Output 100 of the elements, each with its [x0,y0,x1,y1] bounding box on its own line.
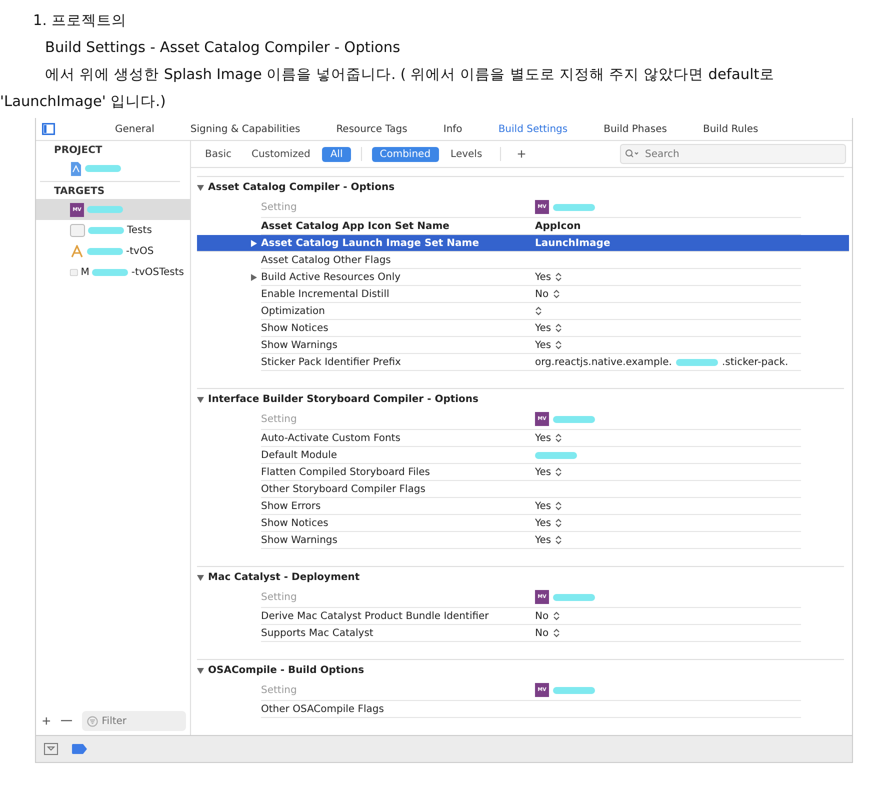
instruction-text: 에서 위에 생성한 Splash Image 이름을 넣어줍니다. ( 위에서 이름을 별도로 지정해 주지 않았다면 default로 [44,66,776,85]
setting-value: Yes [535,272,552,282]
add-setting-button[interactable]: + [511,146,532,162]
setting-name: Default Module [261,450,338,460]
setting-row[interactable]: Default Module [261,447,801,464]
setting-row[interactable]: Asset Catalog Launch Image Set Name LaunchImage [197,235,849,252]
redaction-mark [553,416,595,422]
folder-icon [70,266,78,279]
search-icon [625,149,639,158]
setting-row[interactable]: Show Warnings Yes [261,337,801,354]
instruction-text: Build Settings - Asset Catalog Compiler - Options [44,39,402,58]
redaction-mark [553,204,595,210]
editor-tab[interactable]: Build Rules [702,124,758,134]
setting-value: No [535,288,549,300]
setting-value: AppIcon [535,220,581,232]
setting-row[interactable]: Sticker Pack Identifier Prefix org.reactjs.native.example. .sticker-pack. [261,354,801,371]
setting-name: Show Notices [261,322,330,334]
sidebar-item[interactable]: -tvOS [36,241,190,262]
setting-name: Other Storyboard Compiler Flags [261,484,426,494]
redaction-mark [553,686,595,694]
setting-value: Yes [535,322,552,334]
setting-name: Build Active Resources Only [261,272,535,282]
column-header: Setting [261,414,298,424]
column-header: Setting [261,684,298,696]
editor-tab[interactable]: Signing & Capabilities [190,124,300,134]
disclosure-icon[interactable] [197,668,204,674]
setting-name: Asset Catalog Other Flags [261,254,392,266]
setting-value: Yes [535,500,552,512]
sidebar-toggle-icon[interactable] [42,123,55,135]
setting-name: Sticker Pack Identifier Prefix [261,356,402,368]
setting-name: Show Errors [261,500,322,512]
setting-row[interactable]: Other Storyboard Compiler Flags [261,481,801,498]
filter-field[interactable]: Filter [82,711,186,731]
disclosure-icon[interactable] [251,240,257,246]
app-store-icon [70,245,84,258]
section-title: Mac Catalyst - Deployment [208,572,360,583]
setting-value: Yes [535,466,552,478]
section-title: Interface Builder Storyboard Compiler - Options [208,394,479,405]
sidebar-item[interactable]: Tests [36,220,190,241]
setting-value: Yes [535,518,552,528]
editor-tab[interactable]: Resource Tags [336,124,408,134]
search-field[interactable]: Search [620,144,846,164]
setting-name: Show Warnings [261,340,338,350]
section-title: Asset Catalog Compiler - Options [208,182,395,193]
editor-tab[interactable]: Info [443,124,462,134]
setting-row[interactable]: Optimization [261,303,801,320]
setting-row[interactable]: Flatten Compiled Storyboard Files Yes [261,464,801,481]
setting-row[interactable]: Enable Incremental Distill No [261,286,801,303]
setting-row[interactable]: Other OSACompile Flags [261,701,801,718]
view-option[interactable]: Levels [442,146,490,162]
setting-value: No [535,610,549,622]
setting-value: .sticker-pack. [722,356,788,368]
disclosure-icon[interactable] [197,184,204,190]
sidebar-item[interactable]: M -tvOSTests [36,262,190,283]
setting-value: No [535,628,549,638]
setting-name: Other OSACompile Flags [261,704,385,714]
setting-name: Enable Incremental Distill [261,288,390,300]
setting-row[interactable]: Build Active Resources Only Yes [261,269,801,286]
add-button[interactable]: + [42,712,51,730]
disclosure-icon[interactable] [251,274,257,280]
setting-value: Yes [535,340,552,350]
breakpoint-icon[interactable] [72,744,87,754]
section-title: OSACompile - Build Options [208,665,364,676]
redaction-mark [553,594,595,600]
folder-icon [70,224,85,237]
instruction-text: 1. 프로젝트의 [33,12,128,31]
panel-toggle-icon[interactable] [44,743,58,755]
editor-tab[interactable]: General [115,124,154,134]
setting-name: Asset Catalog Launch Image Set Name [261,238,535,248]
setting-value: org.reactjs.native.example. [535,356,672,368]
project-file-icon [70,162,82,176]
setting-name: Show Notices [261,518,330,528]
setting-name: Auto-Activate Custom Fonts [261,432,402,444]
disclosure-icon[interactable] [197,396,204,402]
setting-name: Optimization [261,306,326,316]
setting-row[interactable]: Auto-Activate Custom Fonts Yes [261,430,801,447]
setting-name: Derive Mac Catalyst Product Bundle Identifier [261,610,490,622]
setting-row[interactable]: Supports Mac Catalyst No [261,625,801,642]
setting-row[interactable]: Show Notices Yes [261,320,801,337]
filter-option[interactable]: All [322,146,351,162]
instruction-text: 'LaunchImage' 입니다.) [0,93,167,112]
setting-value: Yes [535,432,552,444]
filter-option[interactable]: Basic [197,146,240,162]
setting-value: Yes [535,534,552,546]
sidebar-heading: PROJECT [53,144,104,158]
setting-row[interactable]: Asset Catalog Other Flags [261,252,801,269]
view-option[interactable]: Combined [372,146,439,162]
setting-value: LaunchImage [535,238,610,248]
setting-name: Asset Catalog App Icon Set Name [261,220,450,232]
setting-row[interactable]: Show Warnings Yes [261,532,801,549]
disclosure-icon[interactable] [197,574,204,580]
filter-option[interactable]: Customized [243,146,318,162]
editor-tab[interactable]: Build Phases [604,124,667,134]
column-header: Setting [261,202,298,212]
setting-name: Flatten Compiled Storyboard Files [261,466,432,478]
editor-tab[interactable]: Build Settings [498,124,568,134]
setting-row[interactable]: Show Errors Yes [261,498,801,515]
setting-row[interactable]: Show Notices Yes [261,515,801,532]
setting-row[interactable]: Derive Mac Catalyst Product Bundle Identifier No [261,608,801,625]
sidebar-heading: TARGETS [53,185,106,199]
